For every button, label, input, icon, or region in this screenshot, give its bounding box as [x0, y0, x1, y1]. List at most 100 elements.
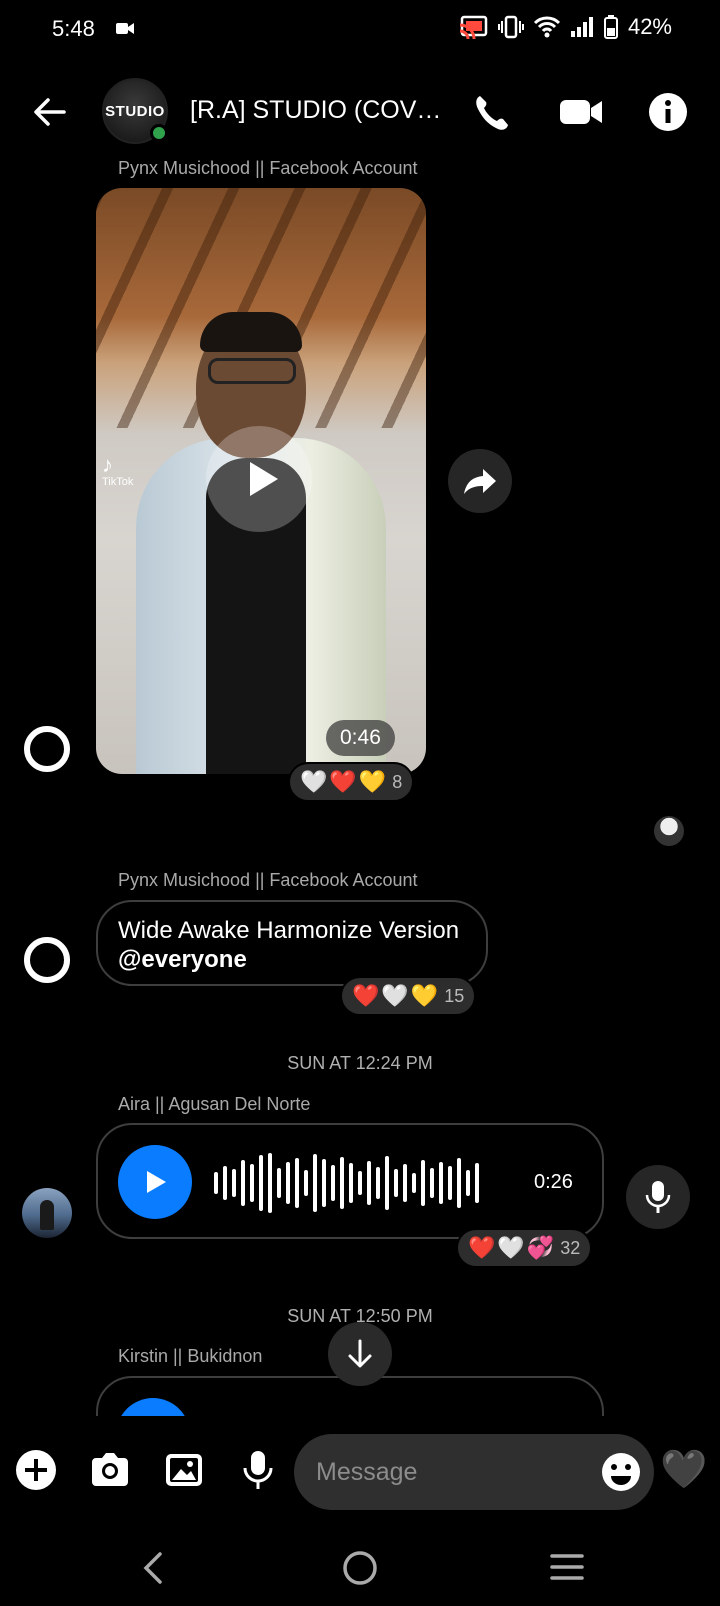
- timestamp: SUN AT 12:24 PM: [287, 1053, 433, 1073]
- waveform-bar: [412, 1173, 416, 1193]
- waveform-bar: [322, 1159, 326, 1207]
- chat-header: STUDIO [R.A] STUDIO (COVER...: [0, 72, 720, 148]
- scroll-to-bottom-button[interactable]: [328, 1322, 392, 1386]
- waveform-bar: [457, 1158, 461, 1208]
- video-duration: 0:46: [326, 720, 395, 756]
- nav-back-icon[interactable]: [140, 1550, 164, 1586]
- waveform-bar: [394, 1169, 398, 1197]
- voice-reply-button[interactable]: [626, 1165, 690, 1229]
- avatar-inner: [28, 730, 66, 768]
- sender-name: Kirstin || Bukidnon: [118, 1346, 263, 1366]
- video-message[interactable]: ♪ TikTok 0:46: [96, 188, 426, 774]
- reaction-count: 15: [444, 985, 465, 1006]
- read-receipt-avatar: [654, 816, 684, 846]
- battery-icon: [603, 15, 618, 39]
- group-avatar-text: STUDIO: [105, 102, 165, 120]
- battery-percent: 42%: [627, 14, 672, 39]
- video-thumbnail-glasses: [208, 358, 296, 384]
- waveform-bar: [331, 1165, 335, 1201]
- reactions-pill[interactable]: 🤍 ❤️ 💛 8: [288, 762, 415, 802]
- waveform-bar: [313, 1154, 317, 1212]
- like-button[interactable]: 🖤: [660, 1448, 707, 1492]
- waveform-bar: [466, 1170, 470, 1196]
- waveform-bar: [304, 1170, 308, 1196]
- message-placeholder: Message: [316, 1457, 418, 1486]
- reactions-pill[interactable]: ❤️ 🤍 💞 32: [456, 1228, 593, 1268]
- waveform-bar: [376, 1167, 380, 1199]
- audio-waveform[interactable]: [214, 1153, 494, 1213]
- waveform-bar: [358, 1171, 362, 1195]
- sender-name: Pynx Musichood || Facebook Account: [118, 870, 418, 890]
- waveform-bar: [475, 1163, 479, 1203]
- microphone-icon: [645, 1181, 671, 1213]
- waveform-bar: [439, 1162, 443, 1204]
- cast-icon: [459, 15, 488, 39]
- signal-icon: [570, 17, 593, 37]
- reaction-emoji: 💛: [410, 983, 439, 1008]
- info-icon[interactable]: [646, 90, 690, 134]
- sender-avatar[interactable]: [22, 1188, 72, 1238]
- share-button[interactable]: [448, 449, 512, 513]
- message-text: Wide Awake Harmonize Version: [118, 917, 460, 944]
- nav-recents-icon[interactable]: [550, 1552, 584, 1582]
- waveform-bar: [259, 1155, 263, 1211]
- reaction-emoji: 💛: [358, 769, 387, 794]
- waveform-bar: [232, 1169, 236, 1197]
- microphone-icon[interactable]: [236, 1448, 280, 1492]
- wifi-icon: [533, 16, 560, 38]
- reaction-emoji: 🤍: [300, 769, 328, 794]
- reaction-emoji: ❤️: [329, 769, 357, 794]
- gallery-icon[interactable]: [162, 1448, 206, 1492]
- nav-home-icon[interactable]: [342, 1550, 378, 1586]
- reactions-pill[interactable]: ❤️ 🤍 💛 15: [340, 976, 477, 1016]
- audio-message-bubble[interactable]: 0:26: [96, 1123, 604, 1239]
- emoji-icon[interactable]: [600, 1451, 642, 1493]
- video-camera-icon[interactable]: [558, 90, 604, 134]
- waveform-bar: [340, 1157, 344, 1209]
- back-arrow-icon[interactable]: [30, 92, 70, 132]
- plus-icon[interactable]: [14, 1448, 58, 1492]
- waveform-bar: [214, 1172, 218, 1194]
- sender-avatar[interactable]: [22, 724, 72, 774]
- reaction-emoji: 🤍: [381, 983, 409, 1008]
- sender-avatar[interactable]: [22, 935, 72, 985]
- waveform-bar: [295, 1158, 299, 1208]
- reaction-emoji: 💞: [526, 1235, 555, 1260]
- audio-play-button[interactable]: [118, 1145, 192, 1219]
- vibrate-icon: [497, 15, 524, 39]
- text-message-bubble[interactable]: Wide Awake Harmonize Version @everyone: [96, 900, 488, 986]
- waveform-bar: [385, 1156, 389, 1210]
- phone-icon[interactable]: [470, 90, 514, 134]
- share-icon: [464, 469, 496, 494]
- video-play-button[interactable]: [206, 426, 312, 532]
- waveform-bar: [421, 1160, 425, 1206]
- sender-name: Pynx Musichood || Facebook Account: [118, 158, 418, 178]
- status-icons: 42%: [458, 14, 672, 40]
- reaction-emoji: ❤️: [352, 983, 380, 1008]
- online-indicator: [150, 124, 168, 142]
- audio-duration: 0:26: [534, 1171, 573, 1193]
- chat-title[interactable]: [R.A] STUDIO (COVER...: [190, 96, 450, 125]
- video-record-icon: [116, 23, 134, 34]
- waveform-bar: [277, 1168, 281, 1198]
- reaction-emoji: 🤍: [497, 1235, 525, 1260]
- camera-icon[interactable]: [88, 1448, 132, 1492]
- avatar-figure: [40, 1200, 54, 1230]
- arrow-down-icon: [348, 1339, 372, 1368]
- waveform-bar: [349, 1163, 353, 1203]
- sender-name: Aira || Agusan Del Norte: [118, 1094, 311, 1114]
- tiktok-watermark: ♪ TikTok: [102, 452, 134, 489]
- waveform-bar: [286, 1162, 290, 1204]
- waveform-bar: [241, 1160, 245, 1206]
- waveform-bar: [367, 1161, 371, 1205]
- reaction-emoji: ❤️: [468, 1235, 496, 1260]
- waveform-bar: [250, 1164, 254, 1202]
- waveform-bar: [448, 1166, 452, 1200]
- status-bar: 5:48 42%: [0, 0, 720, 60]
- waveform-bar: [268, 1153, 272, 1213]
- waveform-bar: [403, 1164, 407, 1202]
- reaction-count: 8: [392, 771, 403, 792]
- play-icon: [250, 462, 278, 496]
- system-nav-bar: [0, 1530, 720, 1606]
- mention[interactable]: @everyone: [118, 946, 247, 973]
